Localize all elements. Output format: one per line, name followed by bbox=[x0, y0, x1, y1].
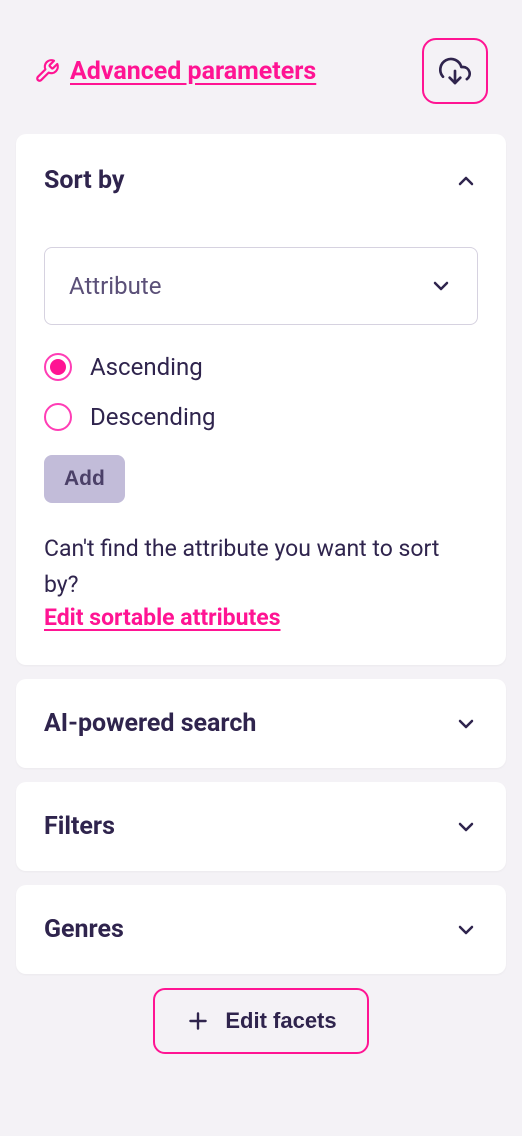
genres-header[interactable]: Genres bbox=[16, 885, 506, 974]
wrench-icon bbox=[34, 58, 60, 84]
filters-header[interactable]: Filters bbox=[16, 782, 506, 871]
sort-by-section: Sort by Attribute Ascending Descending A… bbox=[16, 134, 506, 665]
sort-by-title: Sort by bbox=[44, 166, 124, 195]
chevron-down-icon bbox=[454, 918, 478, 942]
help-text: Can't find the attribute you want to sor… bbox=[44, 531, 478, 602]
edit-facets-button[interactable]: Edit facets bbox=[153, 988, 368, 1054]
advanced-parameters-label: Advanced parameters bbox=[70, 57, 316, 86]
plus-icon bbox=[185, 1008, 211, 1034]
chevron-down-icon bbox=[454, 712, 478, 736]
radio-indicator bbox=[44, 353, 72, 381]
edit-facets-label: Edit facets bbox=[225, 1008, 336, 1034]
descending-radio[interactable]: Descending bbox=[44, 403, 478, 431]
attribute-select-value: Attribute bbox=[69, 272, 161, 300]
radio-indicator bbox=[44, 403, 72, 431]
filters-title: Filters bbox=[44, 812, 115, 841]
ascending-radio[interactable]: Ascending bbox=[44, 353, 478, 381]
edit-sortable-attributes-link[interactable]: Edit sortable attributes bbox=[44, 604, 281, 631]
add-button[interactable]: Add bbox=[44, 455, 125, 503]
filters-section: Filters bbox=[16, 782, 506, 871]
genres-section: Genres bbox=[16, 885, 506, 974]
cloud-download-icon bbox=[439, 55, 471, 87]
descending-label: Descending bbox=[90, 403, 216, 431]
chevron-up-icon bbox=[454, 169, 478, 193]
ascending-label: Ascending bbox=[90, 353, 203, 381]
sort-order-radio-group: Ascending Descending bbox=[44, 353, 478, 431]
ai-powered-search-section: AI-powered search bbox=[16, 679, 506, 768]
ai-powered-search-header[interactable]: AI-powered search bbox=[16, 679, 506, 768]
ai-powered-search-title: AI-powered search bbox=[44, 709, 256, 738]
chevron-down-icon bbox=[454, 815, 478, 839]
download-button[interactable] bbox=[422, 38, 488, 104]
genres-title: Genres bbox=[44, 915, 124, 944]
attribute-select[interactable]: Attribute bbox=[44, 247, 478, 325]
chevron-down-icon bbox=[429, 274, 453, 298]
sort-by-header[interactable]: Sort by bbox=[16, 134, 506, 227]
advanced-parameters-link[interactable]: Advanced parameters bbox=[34, 57, 316, 86]
